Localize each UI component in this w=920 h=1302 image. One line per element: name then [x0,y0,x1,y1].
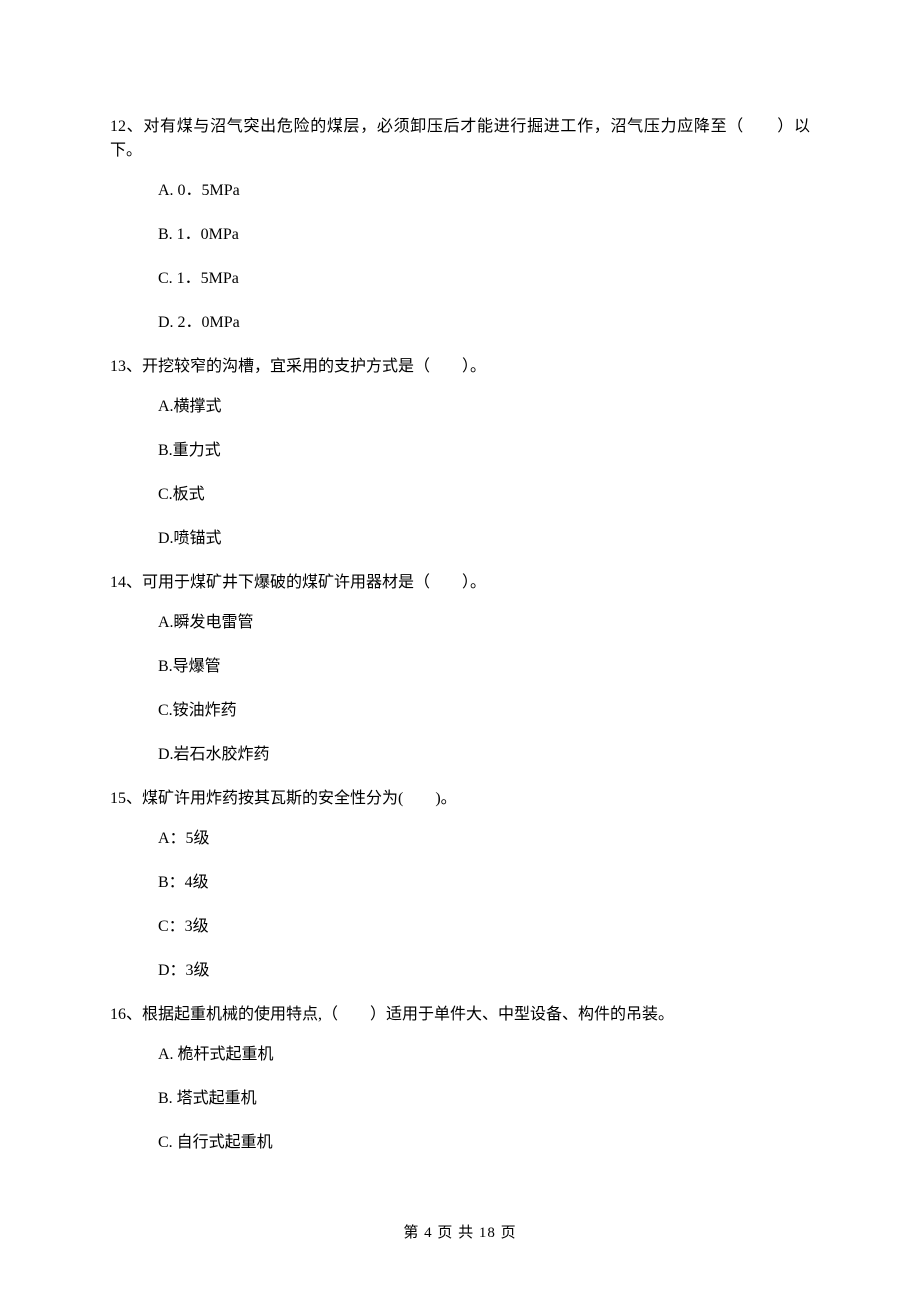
question-16: 16、根据起重机械的使用特点,（ ）适用于单件大、中型设备、构件的吊装。 A. … [110,1003,810,1155]
question-14-options: A.瞬发电雷管 B.导爆管 C.铵油炸药 D.岩石水胶炸药 [110,611,810,767]
question-13-options: A.横撑式 B.重力式 C.板式 D.喷锚式 [110,395,810,551]
question-15-options: A：5级 B：4级 C：3级 D：3级 [110,827,810,983]
question-14-option-a: A.瞬发电雷管 [158,611,810,635]
question-13-option-b: B.重力式 [158,439,810,463]
question-12: 12、对有煤与沼气突出危险的煤层，必须卸压后才能进行掘进工作，沼气压力应降至（ … [110,115,810,335]
question-12-option-d: D. 2．0MPa [158,311,810,335]
question-16-option-a: A. 桅杆式起重机 [158,1043,810,1067]
question-12-option-c: C. 1．5MPa [158,267,810,291]
question-14: 14、可用于煤矿井下爆破的煤矿许用器材是（ ）。 A.瞬发电雷管 B.导爆管 C… [110,571,810,767]
question-16-text: 16、根据起重机械的使用特点,（ ）适用于单件大、中型设备、构件的吊装。 [110,1003,810,1027]
question-15-option-c: C：3级 [158,915,810,939]
question-12-option-a: A. 0．5MPa [158,179,810,203]
question-13: 13、开挖较窄的沟槽，宜采用的支护方式是（ ）。 A.横撑式 B.重力式 C.板… [110,355,810,551]
question-16-options: A. 桅杆式起重机 B. 塔式起重机 C. 自行式起重机 [110,1043,810,1155]
question-14-option-c: C.铵油炸药 [158,699,810,723]
question-15-text: 15、煤矿许用炸药按其瓦斯的安全性分为( )。 [110,787,810,811]
question-14-text: 14、可用于煤矿井下爆破的煤矿许用器材是（ ）。 [110,571,810,595]
page-content: 12、对有煤与沼气突出危险的煤层，必须卸压后才能进行掘进工作，沼气压力应降至（ … [0,0,920,1155]
question-14-option-b: B.导爆管 [158,655,810,679]
question-13-option-c: C.板式 [158,483,810,507]
page-footer: 第 4 页 共 18 页 [0,1221,920,1242]
question-13-option-d: D.喷锚式 [158,527,810,551]
question-12-option-b: B. 1．0MPa [158,223,810,247]
question-12-text: 12、对有煤与沼气突出危险的煤层，必须卸压后才能进行掘进工作，沼气压力应降至（ … [110,115,810,163]
question-12-options: A. 0．5MPa B. 1．0MPa C. 1．5MPa D. 2．0MPa [110,179,810,335]
question-15-option-a: A：5级 [158,827,810,851]
question-15-option-b: B：4级 [158,871,810,895]
question-16-option-c: C. 自行式起重机 [158,1131,810,1155]
question-13-text: 13、开挖较窄的沟槽，宜采用的支护方式是（ ）。 [110,355,810,379]
question-15-option-d: D：3级 [158,959,810,983]
question-14-option-d: D.岩石水胶炸药 [158,743,810,767]
question-16-option-b: B. 塔式起重机 [158,1087,810,1111]
question-13-option-a: A.横撑式 [158,395,810,419]
question-15: 15、煤矿许用炸药按其瓦斯的安全性分为( )。 A：5级 B：4级 C：3级 D… [110,787,810,983]
